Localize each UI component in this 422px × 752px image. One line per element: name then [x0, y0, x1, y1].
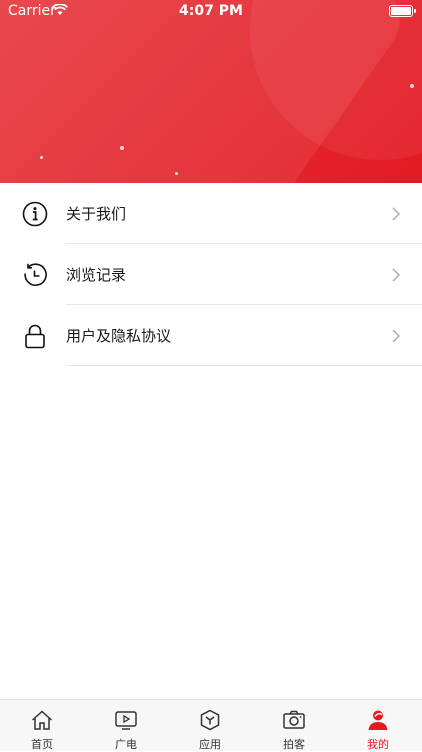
menu-item-label: 浏览记录	[66, 266, 127, 284]
lock-icon	[25, 324, 45, 349]
battery-icon	[389, 5, 416, 17]
app-cube-icon	[200, 709, 220, 731]
menu-item-label: 用户及隐私协议	[66, 327, 172, 345]
tv-icon	[115, 711, 137, 730]
clock: 4:07 PM	[179, 3, 243, 19]
menu-item-privacy[interactable]: 用户及隐私协议	[0, 305, 422, 366]
chevron-right-icon	[392, 268, 401, 282]
tab-apps[interactable]: 应用	[168, 700, 252, 751]
info-icon	[22, 201, 48, 227]
tab-camera[interactable]: 拍客	[252, 700, 336, 751]
sparkle-decoration	[175, 172, 178, 175]
history-icon	[24, 263, 47, 286]
sparkle-decoration	[410, 84, 414, 88]
sparkle-decoration	[40, 156, 43, 159]
status-bar: Carrier 4:07 PM	[0, 0, 422, 24]
tab-profile[interactable]: 我的	[336, 700, 420, 751]
tab-home[interactable]: 首页	[0, 700, 84, 751]
settings-menu: 关于我们 浏览记录 用户及隐私协议	[0, 183, 422, 366]
user-icon	[368, 710, 388, 730]
chevron-right-icon	[392, 207, 401, 221]
chevron-right-icon	[392, 329, 401, 343]
menu-item-label: 关于我们	[66, 205, 127, 223]
profile-header: Carrier 4:07 PM	[0, 0, 422, 183]
home-icon	[31, 710, 53, 730]
camera-icon	[283, 710, 305, 729]
tab-tv[interactable]: 广电	[84, 700, 168, 751]
sparkle-decoration	[120, 146, 124, 150]
menu-item-about[interactable]: 关于我们	[0, 183, 422, 244]
menu-item-history[interactable]: 浏览记录	[0, 244, 422, 305]
bottom-tab-bar: 首页 广电 应用 拍客 我的	[0, 699, 422, 751]
divider	[66, 365, 422, 366]
